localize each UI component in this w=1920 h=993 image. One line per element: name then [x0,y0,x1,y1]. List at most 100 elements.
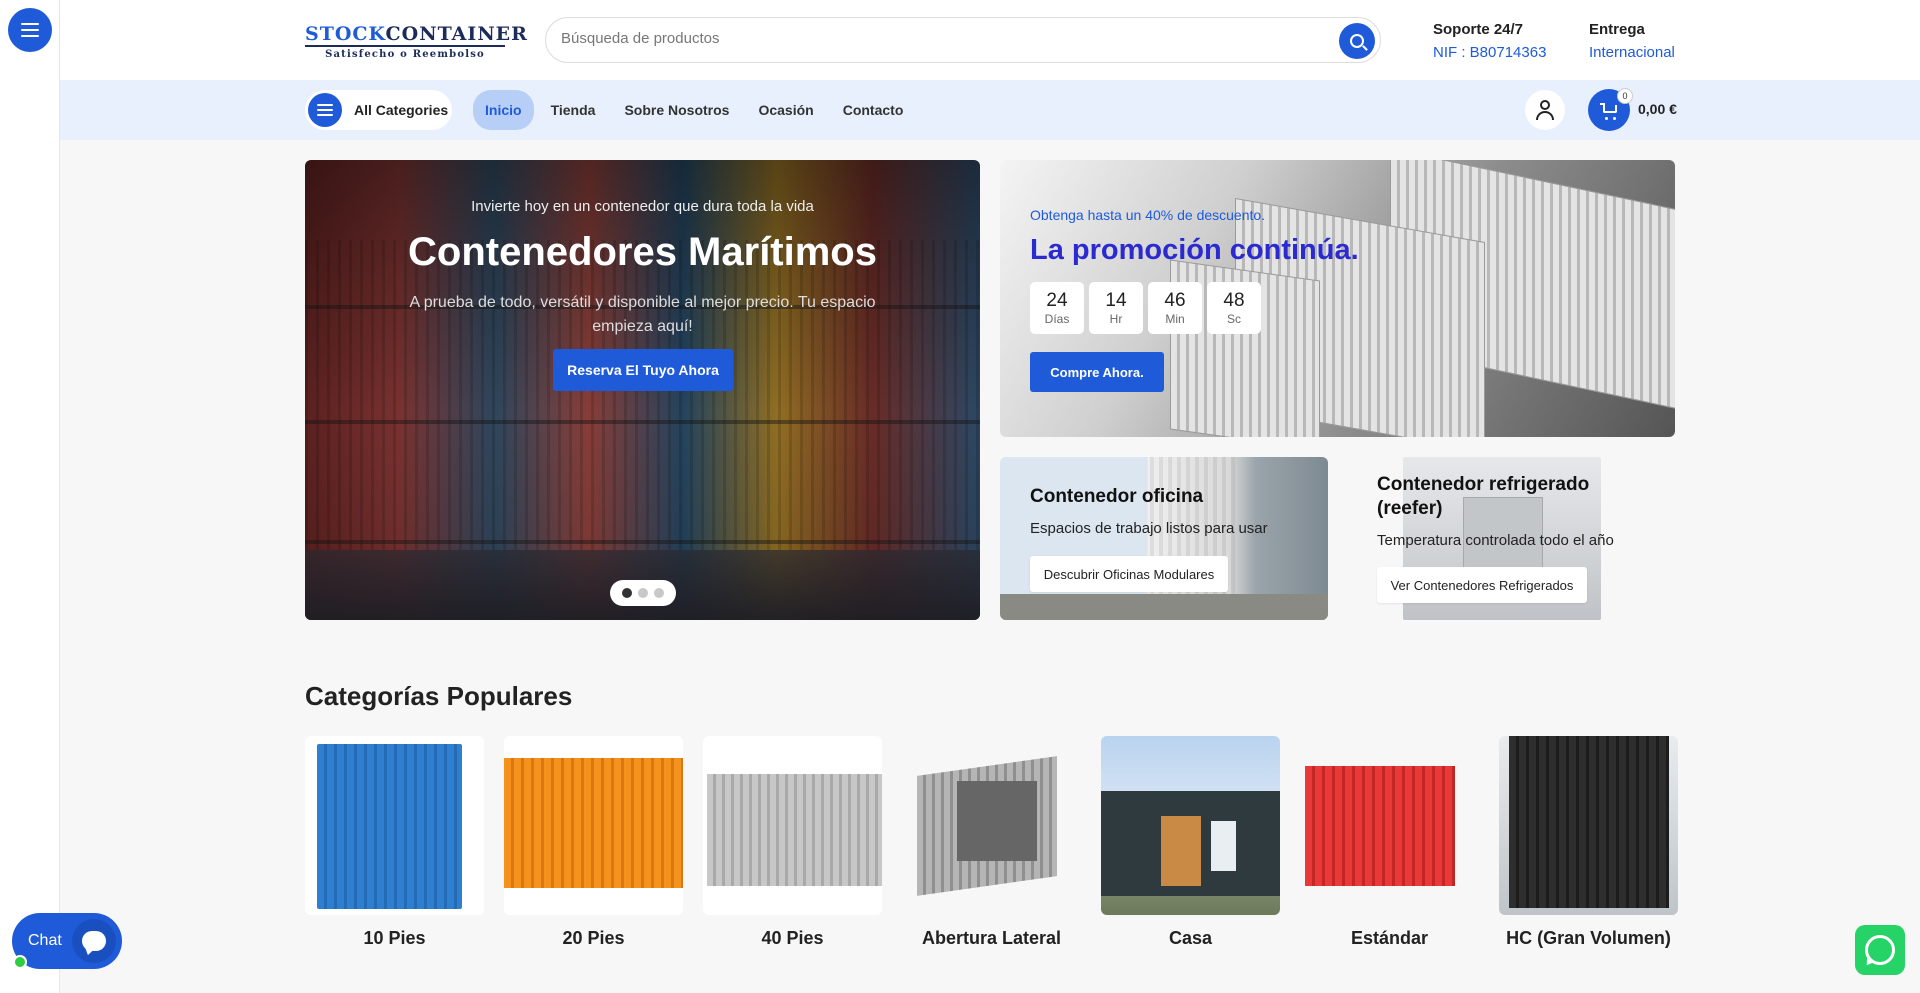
reefer-button[interactable]: Ver Contenedores Refrigerados [1377,567,1587,603]
support-title: Soporte 24/7 [1433,21,1524,38]
office-container-banner: Contenedor oficina Espacios de trabajo l… [1000,457,1328,620]
delivery-value: Internacional [1589,44,1675,61]
logo-tagline: Satisfecho o Reembolso [325,49,485,60]
category-card-20-pies[interactable]: 20 Pies [504,736,683,951]
chat-widget-button[interactable]: Chat [12,913,122,969]
promo-discount-text: Obtenga hasta un 40% de descuento. [1030,207,1266,223]
category-name: 40 Pies [761,928,824,948]
support-value: NIF : B80714363 [1433,44,1547,61]
promo-banner: Obtenga hasta un 40% de descuento. La pr… [1000,160,1675,437]
category-image [1300,736,1479,915]
categories-grid: 10 Pies 20 Pies 40 Pies Abertura Lateral… [305,736,1678,951]
office-ground [1000,594,1328,620]
hamburger-icon [317,104,333,116]
timer-days: 24 Días [1030,282,1084,334]
chat-bubble-icon [82,931,106,951]
cart-icon [1600,103,1618,120]
category-name: Abertura Lateral [921,928,1062,948]
hero-row-line [305,420,980,424]
reefer-title: Contenedor refrigerado (reefer) [1377,474,1590,519]
category-image [902,736,1081,915]
side-menu-button[interactable] [8,8,52,52]
categories-menu-icon-wrap [308,93,342,127]
search-bar [545,17,1381,63]
timer-minutes-unit: Min [1165,312,1185,326]
cart-total[interactable]: 0,00 € [1638,101,1677,117]
slider-dots [610,580,676,606]
countdown-timer: 24 Días 14 Hr 46 Min 48 Sc [1030,282,1261,334]
timer-days-value: 24 [1046,290,1068,311]
category-name: Estándar [1350,928,1429,948]
timer-minutes-value: 46 [1164,290,1186,311]
logo-text-stock: STOCK [305,23,386,45]
nav-item-sobre-nosotros[interactable]: Sobre Nosotros [612,90,741,130]
category-card-abertura-lateral[interactable]: Abertura Lateral [902,736,1081,951]
search-button[interactable] [1339,23,1375,59]
search-icon [1350,34,1364,48]
hero-slider: Invierte hoy en un contenedor que dura t… [305,160,980,620]
delivery-info: Entrega Internacional [1589,18,1675,64]
hero-subtitle: Invierte hoy en un contenedor que dura t… [471,198,814,215]
timer-minutes: 46 Min [1148,282,1202,334]
promo-title: La promoción continúa. [1030,234,1359,266]
reserve-button[interactable]: Reserva El Tuyo Ahora [553,349,733,391]
cart-count-badge: 0 [1617,88,1633,104]
timer-seconds-value: 48 [1223,290,1245,311]
nav-item-contacto[interactable]: Contacto [831,90,916,130]
hamburger-icon [21,23,39,37]
slider-dot-3[interactable] [654,588,664,598]
nav-bar: All Categories Inicio Tienda Sobre Nosot… [60,80,1920,140]
hero-title: Contenedores Marítimos [408,230,877,274]
logo-wordmark: STOCKCONTAINER [305,23,527,47]
timer-hours-value: 14 [1105,290,1127,311]
all-categories-button[interactable]: All Categories [305,90,452,130]
category-image [305,736,484,915]
timer-days-unit: Días [1044,312,1070,326]
hero-description: A prueba de todo, versátil y disponible … [409,294,876,335]
category-image [703,736,882,915]
delivery-title: Entrega [1589,21,1645,38]
user-icon [1535,100,1555,120]
chat-label: Chat [28,932,62,949]
category-card-estandar[interactable]: Estándar [1300,736,1479,951]
left-rail [0,0,60,993]
nav-item-inicio[interactable]: Inicio [473,90,534,130]
top-header: STOCKCONTAINER Satisfecho o Reembolso So… [60,0,1920,80]
main-menu: Inicio Tienda Sobre Nosotros Ocasión Con… [473,90,920,130]
support-info: Soporte 24/7 NIF : B80714363 [1433,18,1546,64]
hero-container-texture [305,240,980,550]
categories-heading: Categorías Populares [305,681,573,711]
category-image [1499,736,1678,915]
nav-item-tienda[interactable]: Tienda [539,90,608,130]
buy-now-button[interactable]: Compre Ahora. [1030,352,1164,392]
search-input[interactable] [561,30,1301,47]
slider-dot-1[interactable] [622,588,632,598]
category-image [1101,736,1280,915]
whatsapp-button[interactable] [1855,925,1905,975]
category-image [504,736,683,915]
category-card-casa[interactable]: Casa [1101,736,1280,951]
timer-seconds: 48 Sc [1207,282,1261,334]
category-card-hc[interactable]: HC (Gran Volumen) [1499,736,1678,951]
reefer-subtitle: Temperatura controlada todo el año [1377,532,1614,549]
whatsapp-icon [1865,935,1895,965]
category-name: 20 Pies [562,928,625,948]
all-categories-label: All Categories [354,102,449,118]
chat-icon-wrap [72,919,116,963]
category-card-40-pies[interactable]: 40 Pies [703,736,882,951]
logo-text-container: CONTAINER [385,23,528,45]
office-title: Contenedor oficina [1030,486,1204,507]
office-subtitle: Espacios de trabajo listos para usar [1030,520,1268,537]
slider-dot-2[interactable] [638,588,648,598]
category-card-10-pies[interactable]: 10 Pies [305,736,484,951]
hero-row-line [305,540,980,544]
nav-item-ocasion[interactable]: Ocasión [746,90,825,130]
timer-hours-unit: Hr [1109,312,1123,326]
account-button[interactable] [1525,90,1565,130]
office-button[interactable]: Descubrir Oficinas Modulares [1030,556,1228,592]
category-name: HC (Gran Volumen) [1506,928,1671,948]
category-name: 10 Pies [363,928,426,948]
timer-hours: 14 Hr [1089,282,1143,334]
online-status-dot [13,955,27,969]
logo[interactable]: STOCKCONTAINER Satisfecho o Reembolso [305,23,527,60]
